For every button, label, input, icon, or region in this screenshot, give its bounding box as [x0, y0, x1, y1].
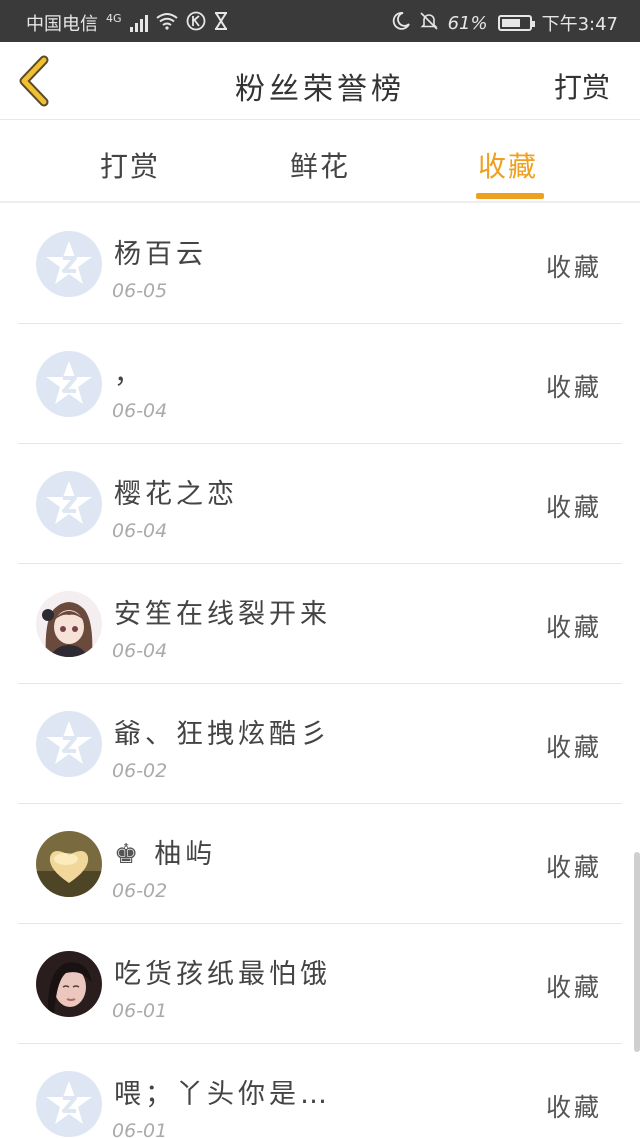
avatar[interactable]	[36, 831, 102, 897]
avatar[interactable]	[36, 711, 102, 777]
date-label: 06-01	[112, 1120, 168, 1138]
avatar[interactable]	[36, 231, 102, 297]
user-name: 爺、狂拽炫酷彡	[114, 719, 331, 750]
date-label: 06-04	[112, 520, 168, 542]
list-item[interactable]: 爺、狂拽炫酷彡 06-02 收藏	[18, 684, 622, 804]
avatar[interactable]	[36, 1071, 102, 1137]
list-item[interactable]: 樱花之恋 06-04 收藏	[18, 444, 622, 564]
list-item[interactable]: 吃货孩纸最怕饿 06-01 收藏	[18, 924, 622, 1044]
wifi-icon	[155, 12, 178, 35]
hourglass-icon	[214, 11, 228, 35]
date-label: 06-04	[112, 640, 168, 662]
nav-bar: 粉丝荣誉榜 打赏	[0, 42, 640, 120]
crown-icon: ♚	[114, 839, 143, 870]
list-item[interactable]: ， 06-04 收藏	[18, 324, 622, 444]
user-name-wrap: ♚ 柚屿	[114, 832, 216, 871]
k-app-icon	[186, 11, 206, 36]
battery-icon	[497, 15, 535, 31]
user-name: ，	[114, 359, 145, 390]
favorite-label: 收藏	[545, 373, 602, 402]
favorite-label: 收藏	[545, 613, 602, 642]
list-item[interactable]: 喂；丫头你是… 06-01 收藏	[18, 1044, 622, 1138]
avatar[interactable]	[36, 591, 102, 657]
avatar[interactable]	[36, 471, 102, 537]
user-name: 柚屿	[154, 839, 217, 870]
signal-icon	[129, 14, 148, 32]
date-label: 06-05	[112, 280, 168, 302]
user-name: 安笙在线裂开来	[114, 599, 331, 630]
user-name: 杨百云	[114, 239, 207, 270]
active-tab-indicator	[476, 193, 544, 199]
favorite-label: 收藏	[545, 493, 602, 522]
date-label: 06-02	[112, 760, 168, 782]
avatar[interactable]	[36, 951, 102, 1017]
date-label: 06-01	[112, 1000, 168, 1022]
page-title: 粉丝荣誉榜	[235, 72, 405, 107]
favorites-list: 杨百云 06-05 收藏 ， 06-04 收藏 樱花之恋 06-04 收藏 安笙…	[0, 204, 640, 1138]
tab-favorites[interactable]: 收藏	[478, 145, 538, 185]
tab-flowers[interactable]: 鲜花	[290, 145, 350, 185]
status-bar: 中国电信 4G 61% 下午3:47	[0, 0, 640, 42]
favorite-label: 收藏	[545, 253, 602, 282]
tab-reward[interactable]: 打赏	[100, 145, 160, 185]
network-label: 4G	[106, 11, 122, 25]
user-name: 吃货孩纸最怕饿	[114, 959, 331, 990]
list-item[interactable]: 安笙在线裂开来 06-04 收藏	[18, 564, 622, 684]
reward-button[interactable]: 打赏	[554, 66, 610, 106]
tab-bar: 打赏 鲜花 收藏	[0, 121, 640, 203]
favorite-label: 收藏	[545, 733, 602, 762]
list-item[interactable]: 杨百云 06-05 收藏	[18, 204, 622, 324]
user-name: 樱花之恋	[114, 479, 238, 510]
list-item[interactable]: ♚ 柚屿 06-02 收藏	[18, 804, 622, 924]
favorite-label: 收藏	[545, 973, 602, 1002]
date-label: 06-02	[112, 880, 168, 902]
favorite-label: 收藏	[545, 1093, 602, 1122]
clock: 下午3:47	[541, 14, 618, 35]
date-label: 06-04	[112, 400, 168, 422]
user-name: 喂；丫头你是…	[114, 1079, 331, 1110]
favorite-label: 收藏	[545, 853, 602, 882]
battery-percent: 61%	[447, 12, 488, 34]
bell-off-icon	[419, 11, 438, 35]
carrier-label: 中国电信	[26, 14, 98, 35]
moon-icon	[392, 11, 410, 35]
scrollbar[interactable]	[634, 852, 640, 1052]
avatar[interactable]	[36, 351, 102, 417]
